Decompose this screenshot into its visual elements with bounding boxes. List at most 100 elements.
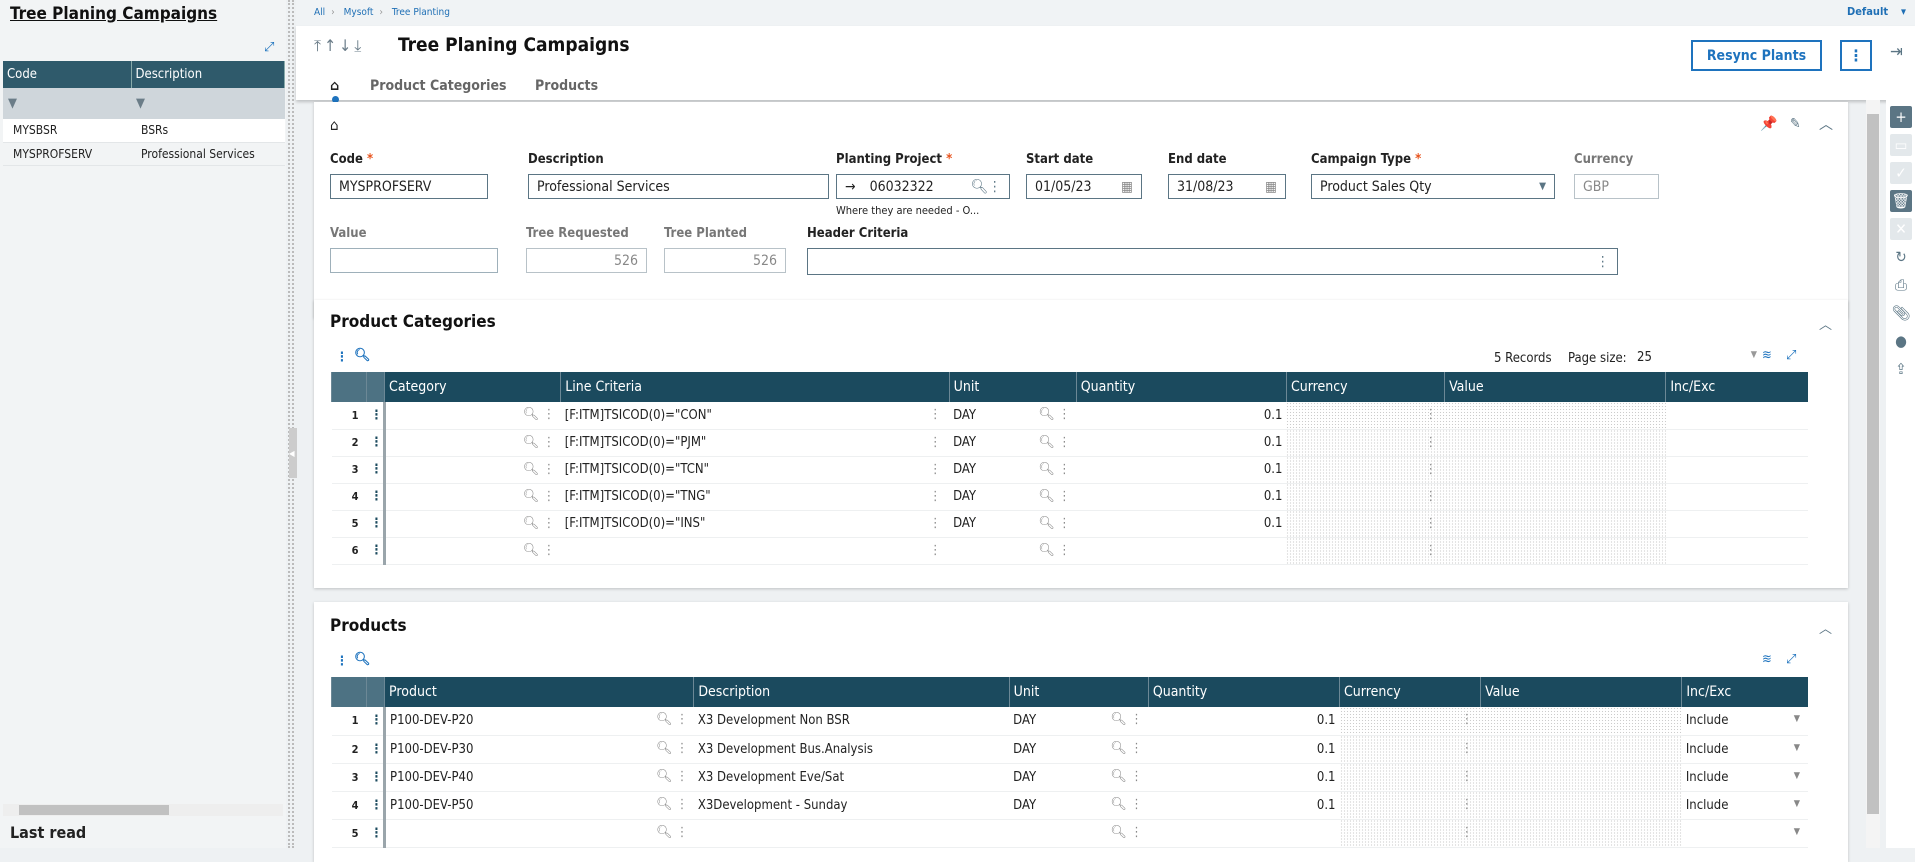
more-icon[interactable]: ⋮: [1461, 825, 1473, 840]
cell-description[interactable]: X3 Development Eve/Sat: [693, 763, 1010, 792]
more-icon[interactable]: ⋮: [1596, 254, 1609, 270]
refresh-icon[interactable]: ↻: [1890, 246, 1912, 268]
lookup-icon[interactable]: 🔍︎ ⋮: [1110, 769, 1142, 784]
tab-product-categories[interactable]: Product Categories: [370, 78, 507, 94]
more-icon[interactable]: ⋮: [1425, 516, 1437, 531]
col-unit[interactable]: Unit: [1008, 677, 1149, 707]
cell-unit[interactable]: 🔍︎ ⋮: [1009, 819, 1149, 848]
cell-quantity[interactable]: 0.1: [1148, 735, 1340, 764]
more-icon[interactable]: ⋮: [929, 543, 941, 558]
col-quantity[interactable]: Quantity: [1075, 372, 1287, 402]
more-icon[interactable]: ⋮: [1425, 543, 1437, 558]
breadcrumb-all[interactable]: All: [314, 7, 325, 18]
cell-line-criteria[interactable]: [F:ITM]TSICOD(0)="PJM" ⋮: [560, 429, 950, 457]
row-menu-icon[interactable]: ⋮: [366, 483, 387, 511]
more-icon[interactable]: ⋮: [1425, 462, 1437, 477]
page-size-select[interactable]: 25 ▼: [1637, 350, 1757, 365]
expand-icon[interactable]: ⤢: [1786, 652, 1796, 667]
cell-unit[interactable]: DAY 🔍︎ ⋮: [1009, 707, 1149, 736]
cell-unit[interactable]: DAY 🔍︎ ⋮: [1009, 791, 1149, 820]
more-icon[interactable]: ⋮: [1461, 797, 1473, 812]
cell-inc-exc[interactable]: [1665, 510, 1808, 538]
collapse-icon[interactable]: ︿: [1819, 314, 1832, 333]
col-value[interactable]: Value: [1480, 677, 1682, 707]
table-row[interactable]: 6 ⋮ 🔍︎ ⋮ ⋮ 🔍︎ ⋮ ⋮: [331, 537, 1808, 565]
cell-line-criteria[interactable]: ⋮: [560, 537, 950, 565]
cell-quantity[interactable]: 0.1: [1076, 510, 1287, 538]
lookup-icon[interactable]: 🔍︎ ⋮: [1038, 435, 1070, 450]
cell-line-criteria[interactable]: [F:ITM]TSICOD(0)="TNG" ⋮: [560, 483, 950, 511]
cell-category[interactable]: 🔍︎ ⋮: [384, 510, 561, 538]
cell-description[interactable]: X3 Development Non BSR: [693, 707, 1010, 736]
tab-home[interactable]: ⌂: [330, 78, 339, 103]
lookup-icon[interactable]: 🔍︎ ⋮: [523, 489, 555, 504]
collapse-icon[interactable]: ︿: [1819, 618, 1832, 637]
cell-quantity[interactable]: 0.1: [1076, 456, 1287, 484]
cell-value[interactable]: [1444, 510, 1666, 538]
cell-inc-exc[interactable]: ▼: [1681, 819, 1808, 848]
more-icon[interactable]: ⋮: [1425, 489, 1437, 504]
cell-currency[interactable]: ⋮: [1286, 429, 1445, 457]
cell-inc-exc[interactable]: [1665, 429, 1808, 457]
table-row[interactable]: 4 ⋮ P100-DEV-P50 🔍︎ ⋮ X3Development - Sunday…: [331, 791, 1808, 820]
row-menu-icon[interactable]: ⋮: [366, 429, 387, 457]
panel-splitter[interactable]: [288, 0, 294, 848]
row-menu-icon[interactable]: ⋮: [366, 819, 387, 848]
delete-icon[interactable]: 🗑︎: [1890, 190, 1912, 212]
cell-product[interactable]: P100-DEV-P30 🔍︎ ⋮: [384, 735, 694, 764]
cell-unit[interactable]: 🔍︎ ⋮: [949, 537, 1077, 565]
cell-line-criteria[interactable]: [F:ITM]TSICOD(0)="INS" ⋮: [560, 510, 950, 538]
cell-currency[interactable]: ⋮: [1286, 402, 1445, 430]
tab-products[interactable]: Products: [535, 78, 598, 94]
list-item[interactable]: MYSBSR BSRs: [3, 119, 285, 143]
more-icon[interactable]: ⋮: [1461, 712, 1473, 727]
collapse-icon[interactable]: ︿: [1819, 114, 1833, 134]
more-icon[interactable]: ⋮: [929, 435, 941, 450]
cell-value[interactable]: [1444, 456, 1666, 484]
cell-quantity[interactable]: 0.1: [1076, 429, 1287, 457]
pin-icon[interactable]: 📌: [1760, 116, 1777, 132]
lookup-icon[interactable]: 🔍︎ ⋮: [523, 462, 555, 477]
lookup-icon[interactable]: 🔍︎ ⋮: [656, 825, 688, 840]
lookup-icon[interactable]: 🔍︎ ⋮: [1038, 543, 1070, 558]
cell-unit[interactable]: DAY 🔍︎ ⋮: [949, 402, 1077, 430]
cell-currency[interactable]: ⋮: [1339, 735, 1481, 764]
header-criteria-field[interactable]: ⋮: [807, 248, 1618, 275]
more-icon[interactable]: ⋮: [929, 462, 941, 477]
record-navigation[interactable]: ⤒↑↓⤓: [314, 36, 364, 56]
layers-icon[interactable]: ≋: [1762, 652, 1772, 667]
more-icon[interactable]: ⋮: [1461, 769, 1473, 784]
cell-inc-exc[interactable]: Include ▼: [1681, 763, 1808, 792]
planting-project-field[interactable]: → 06032322 🔍︎⋮: [836, 174, 1010, 199]
search-icon[interactable]: 🔍︎⋮: [971, 179, 1001, 195]
list-item[interactable]: MYSPROFSERV Professional Services: [3, 142, 285, 166]
chevron-down-icon[interactable]: ▼: [1794, 743, 1800, 753]
cell-inc-exc[interactable]: [1665, 456, 1808, 484]
calendar-icon[interactable]: ▦: [1265, 179, 1277, 195]
col-product[interactable]: Product: [384, 677, 694, 707]
cell-product[interactable]: P100-DEV-P20 🔍︎ ⋮: [384, 707, 694, 736]
print-icon[interactable]: ⎙: [1890, 274, 1912, 296]
table-row[interactable]: 1 ⋮ P100-DEV-P20 🔍︎ ⋮ X3 Development Non BSR…: [331, 707, 1808, 736]
cell-inc-exc[interactable]: Include ▼: [1681, 791, 1808, 820]
expand-icon[interactable]: ⤢: [1786, 348, 1796, 363]
lookup-icon[interactable]: 🔍︎ ⋮: [523, 435, 555, 450]
cell-quantity[interactable]: 0.1: [1148, 763, 1340, 792]
value-field[interactable]: [330, 248, 498, 273]
cell-unit[interactable]: DAY 🔍︎ ⋮: [1009, 763, 1149, 792]
col-inc-exc[interactable]: Inc/Exc: [1681, 677, 1808, 707]
profile-selector[interactable]: Default ▾: [1847, 5, 1906, 18]
end-date-field[interactable]: 31/08/23 ▦: [1168, 174, 1286, 199]
more-icon[interactable]: ⋮: [1425, 407, 1437, 422]
cell-value[interactable]: [1480, 735, 1682, 764]
add-icon[interactable]: +: [1890, 106, 1912, 128]
row-menu-icon[interactable]: ⋮: [366, 402, 387, 430]
lookup-icon[interactable]: 🔍︎ ⋮: [1110, 741, 1142, 756]
lookup-icon[interactable]: 🔍︎ ⋮: [1110, 797, 1142, 812]
link-arrow-icon[interactable]: →: [845, 179, 856, 195]
start-date-field[interactable]: 01/05/23 ▦: [1026, 174, 1142, 199]
cell-description[interactable]: X3Development - Sunday: [693, 791, 1010, 820]
cell-value[interactable]: [1480, 819, 1682, 848]
cell-unit[interactable]: DAY 🔍︎ ⋮: [949, 483, 1077, 511]
cell-unit[interactable]: DAY 🔍︎ ⋮: [949, 429, 1077, 457]
